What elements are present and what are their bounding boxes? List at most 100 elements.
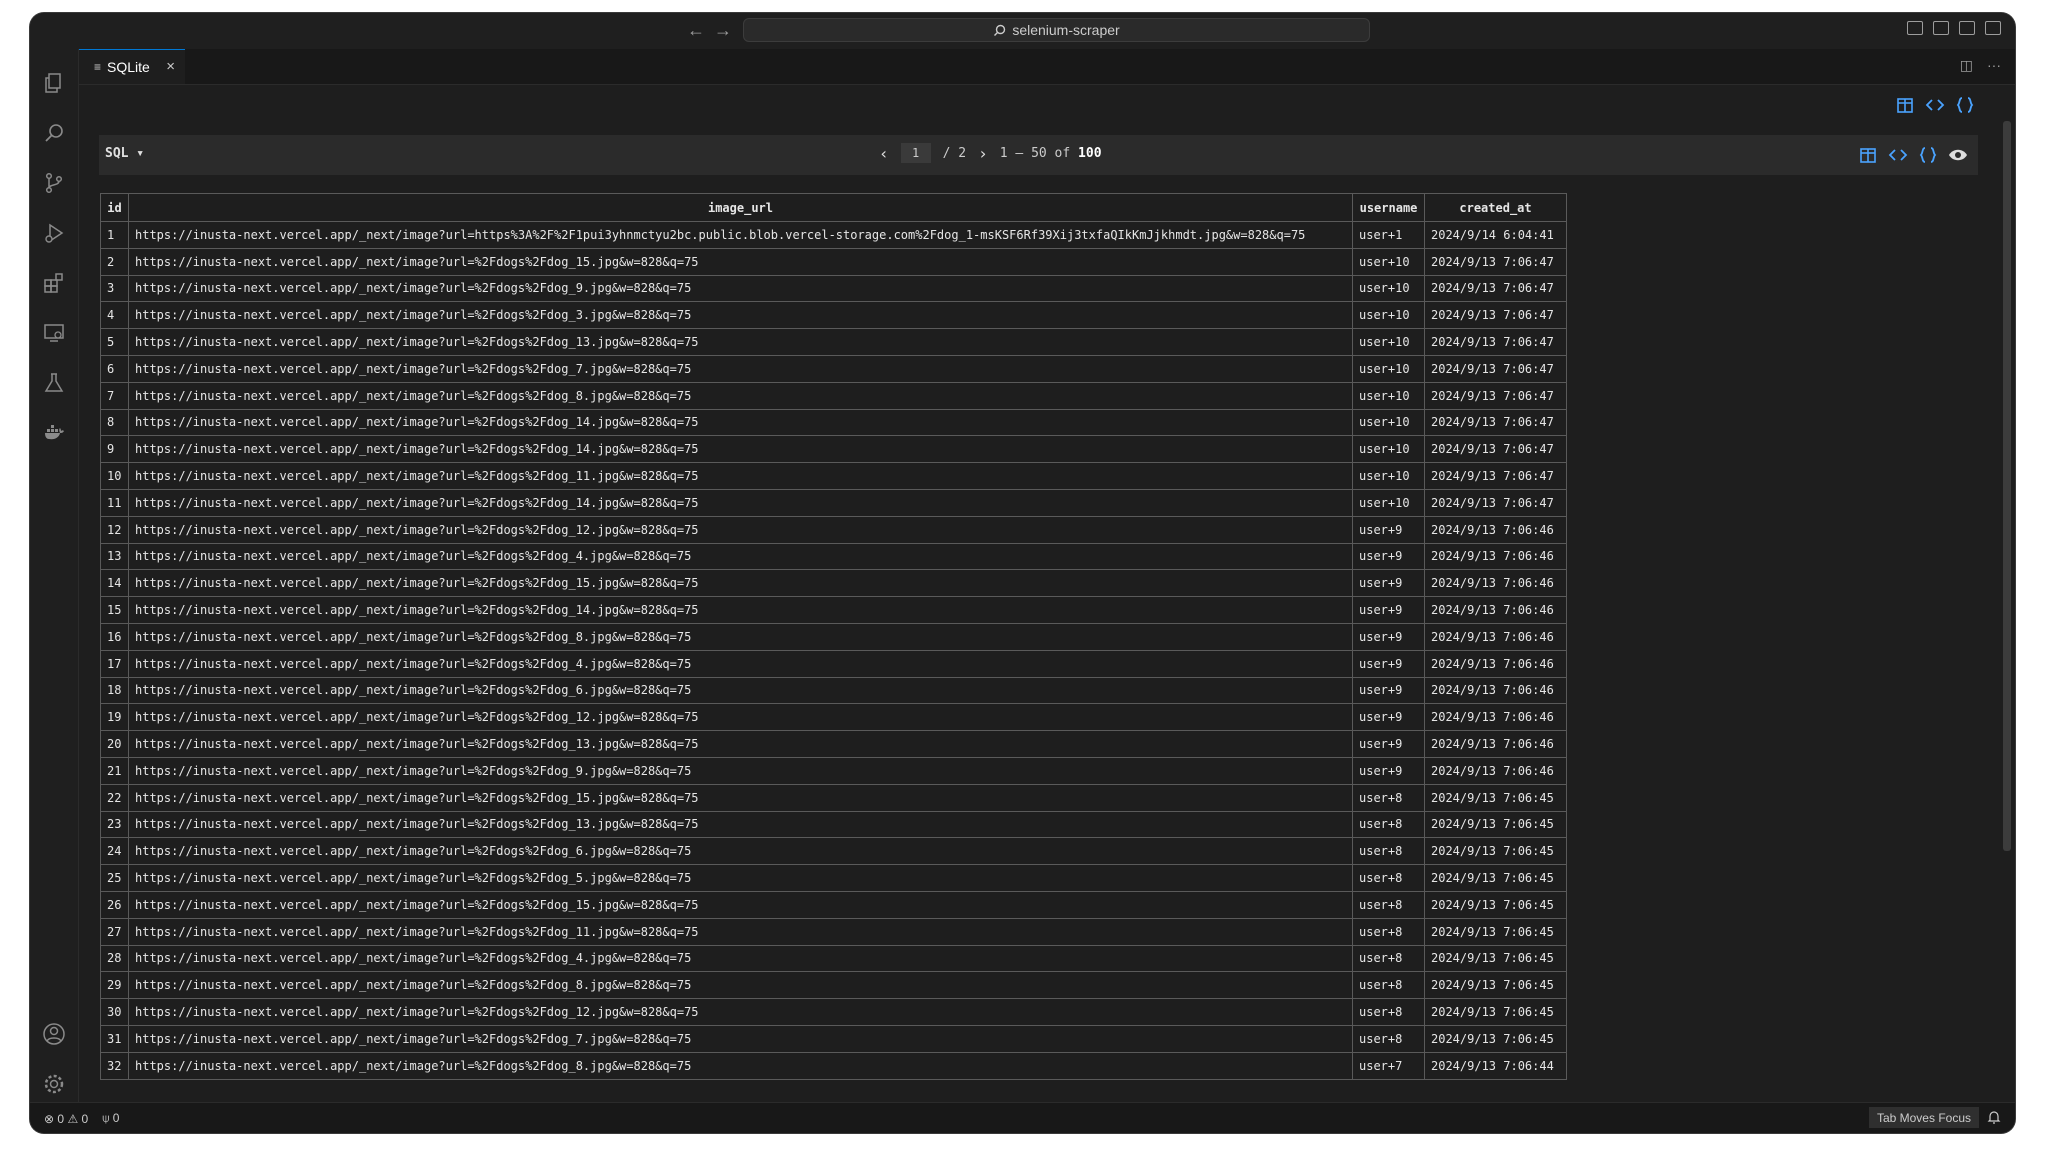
cell-id[interactable]: 12 — [100, 515, 129, 544]
cell-id[interactable]: 9 — [100, 435, 129, 464]
cell-id[interactable]: 7 — [100, 381, 129, 410]
cell-id[interactable]: 10 — [100, 462, 129, 490]
ports-indicator[interactable]: ⍦ 0 — [102, 1111, 119, 1126]
cell-image-url[interactable]: https://inusta-next.vercel.app/_next/ima… — [128, 488, 1353, 517]
json-braces-icon[interactable] — [1918, 145, 1938, 165]
cell-image-url[interactable]: https://inusta-next.vercel.app/_next/ima… — [128, 756, 1353, 785]
explorer-icon[interactable] — [42, 71, 66, 95]
cell-image-url[interactable]: https://inusta-next.vercel.app/_next/ima… — [128, 515, 1353, 544]
cell-username[interactable]: user+8 — [1352, 890, 1425, 919]
column-header-created-at[interactable]: created_at — [1424, 193, 1567, 222]
table-row[interactable]: 24 https://inusta-next.vercel.app/_next/i… — [100, 837, 1567, 866]
testing-flask-icon[interactable] — [42, 371, 66, 395]
table-row[interactable]: 28 https://inusta-next.vercel.app/_next/i… — [100, 944, 1567, 973]
cell-username[interactable]: user+9 — [1352, 649, 1425, 678]
cell-username[interactable]: user+8 — [1352, 971, 1425, 1000]
cell-created-at[interactable]: 2024/9/13 7:06:47 — [1424, 435, 1567, 464]
cell-created-at[interactable]: 2024/9/13 7:06:47 — [1424, 488, 1567, 517]
cell-created-at[interactable]: 2024/9/13 7:06:46 — [1424, 569, 1567, 598]
cell-username[interactable]: user+9 — [1352, 515, 1425, 544]
remote-explorer-icon[interactable] — [42, 321, 66, 345]
cell-username[interactable]: user+10 — [1352, 408, 1425, 437]
table-row[interactable]: 7 https://inusta-next.vercel.app/_next/im… — [100, 381, 1567, 410]
cell-created-at[interactable]: 2024/9/13 7:06:45 — [1424, 837, 1567, 866]
table-row[interactable]: 26 https://inusta-next.vercel.app/_next/i… — [100, 890, 1567, 919]
cell-id[interactable]: 23 — [100, 810, 129, 839]
customize-layout-icon[interactable] — [1985, 21, 2001, 35]
problems-indicator[interactable]: ⊗ 0 ⚠ 0 — [44, 1112, 88, 1126]
cell-image-url[interactable]: https://inusta-next.vercel.app/_next/ima… — [128, 890, 1353, 919]
settings-gear-icon[interactable] — [42, 1072, 66, 1096]
cell-username[interactable]: user+10 — [1352, 328, 1425, 356]
cell-created-at[interactable]: 2024/9/13 7:06:46 — [1424, 649, 1567, 678]
cell-id[interactable]: 2 — [100, 247, 129, 276]
page-number-input[interactable] — [900, 143, 931, 163]
toggle-secondary-sidebar-icon[interactable] — [1959, 21, 1975, 35]
tab-sqlite[interactable]: ≡ SQLite × — [79, 49, 185, 84]
cell-image-url[interactable]: https://inusta-next.vercel.app/_next/ima… — [128, 1024, 1353, 1053]
cell-username[interactable]: user+9 — [1352, 756, 1425, 785]
chevron-left-icon[interactable]: ‹ — [879, 144, 889, 163]
cell-id[interactable]: 21 — [100, 756, 129, 785]
cell-image-url[interactable]: https://inusta-next.vercel.app/_next/ima… — [128, 381, 1353, 410]
cell-image-url[interactable]: https://inusta-next.vercel.app/_next/ima… — [128, 435, 1353, 464]
cell-username[interactable]: user+7 — [1352, 1051, 1425, 1080]
arrow-right-icon[interactable]: → — [714, 19, 732, 41]
cell-username[interactable]: user+9 — [1352, 703, 1425, 732]
cell-created-at[interactable]: 2024/9/13 7:06:46 — [1424, 676, 1567, 705]
cell-image-url[interactable]: https://inusta-next.vercel.app/_next/ima… — [128, 649, 1353, 678]
cell-created-at[interactable]: 2024/9/13 7:06:47 — [1424, 462, 1567, 490]
cell-image-url[interactable]: https://inusta-next.vercel.app/_next/ima… — [128, 221, 1353, 249]
cell-id[interactable]: 5 — [100, 328, 129, 356]
cell-id[interactable]: 15 — [100, 596, 129, 624]
cell-id[interactable]: 28 — [100, 944, 129, 973]
table-row[interactable]: 14 https://inusta-next.vercel.app/_next/i… — [100, 569, 1567, 598]
table-row[interactable]: 21 https://inusta-next.vercel.app/_next/i… — [100, 756, 1567, 785]
sql-dropdown[interactable]: SQL ▾ — [105, 146, 144, 161]
cell-created-at[interactable]: 2024/9/13 7:06:46 — [1424, 730, 1567, 758]
cell-username[interactable]: user+9 — [1352, 730, 1425, 758]
cell-username[interactable]: user+10 — [1352, 435, 1425, 464]
cell-id[interactable]: 1 — [100, 221, 129, 249]
cell-username[interactable]: user+10 — [1352, 301, 1425, 330]
json-braces-icon[interactable] — [1955, 95, 1975, 115]
cell-id[interactable]: 24 — [100, 837, 129, 866]
cell-image-url[interactable]: https://inusta-next.vercel.app/_next/ima… — [128, 247, 1353, 276]
table-row[interactable]: 32 https://inusta-next.vercel.app/_next/i… — [100, 1051, 1567, 1080]
cell-image-url[interactable]: https://inusta-next.vercel.app/_next/ima… — [128, 783, 1353, 812]
cell-image-url[interactable]: https://inusta-next.vercel.app/_next/ima… — [128, 542, 1353, 571]
cell-created-at[interactable]: 2024/9/13 7:06:47 — [1424, 274, 1567, 303]
table-row[interactable]: 19 https://inusta-next.vercel.app/_next/i… — [100, 703, 1567, 732]
table-row[interactable]: 17 https://inusta-next.vercel.app/_next/i… — [100, 649, 1567, 678]
cell-id[interactable]: 13 — [100, 542, 129, 571]
table-row[interactable]: 30 https://inusta-next.vercel.app/_next/i… — [100, 998, 1567, 1026]
eye-icon[interactable] — [1948, 145, 1968, 165]
cell-id[interactable]: 22 — [100, 783, 129, 812]
cell-id[interactable]: 3 — [100, 274, 129, 303]
cell-id[interactable]: 8 — [100, 408, 129, 437]
table-row[interactable]: 2 https://inusta-next.vercel.app/_next/im… — [100, 247, 1567, 276]
cell-username[interactable]: user+8 — [1352, 837, 1425, 866]
cell-image-url[interactable]: https://inusta-next.vercel.app/_next/ima… — [128, 971, 1353, 1000]
cell-created-at[interactable]: 2024/9/13 7:06:46 — [1424, 542, 1567, 571]
table-row[interactable]: 13 https://inusta-next.vercel.app/_next/i… — [100, 542, 1567, 571]
cell-username[interactable]: user+10 — [1352, 381, 1425, 410]
split-editor-icon[interactable]: ◫ — [1960, 57, 1973, 74]
table-row[interactable]: 29 https://inusta-next.vercel.app/_next/i… — [100, 971, 1567, 1000]
table-row[interactable]: 12 https://inusta-next.vercel.app/_next/i… — [100, 515, 1567, 544]
table-row[interactable]: 5 https://inusta-next.vercel.app/_next/im… — [100, 328, 1567, 356]
cell-image-url[interactable]: https://inusta-next.vercel.app/_next/ima… — [128, 301, 1353, 330]
cell-id[interactable]: 14 — [100, 569, 129, 598]
table-row[interactable]: 31 https://inusta-next.vercel.app/_next/i… — [100, 1024, 1567, 1053]
cell-image-url[interactable]: https://inusta-next.vercel.app/_next/ima… — [128, 462, 1353, 490]
code-icon[interactable] — [1888, 145, 1908, 165]
cell-image-url[interactable]: https://inusta-next.vercel.app/_next/ima… — [128, 998, 1353, 1026]
cell-id[interactable]: 18 — [100, 676, 129, 705]
cell-id[interactable]: 29 — [100, 971, 129, 1000]
cell-created-at[interactable]: 2024/9/13 7:06:46 — [1424, 596, 1567, 624]
accounts-icon[interactable] — [42, 1022, 66, 1046]
cell-created-at[interactable]: 2024/9/13 7:06:45 — [1424, 864, 1567, 892]
cell-image-url[interactable]: https://inusta-next.vercel.app/_next/ima… — [128, 917, 1353, 946]
cell-username[interactable]: user+8 — [1352, 810, 1425, 839]
cell-created-at[interactable]: 2024/9/13 7:06:47 — [1424, 301, 1567, 330]
